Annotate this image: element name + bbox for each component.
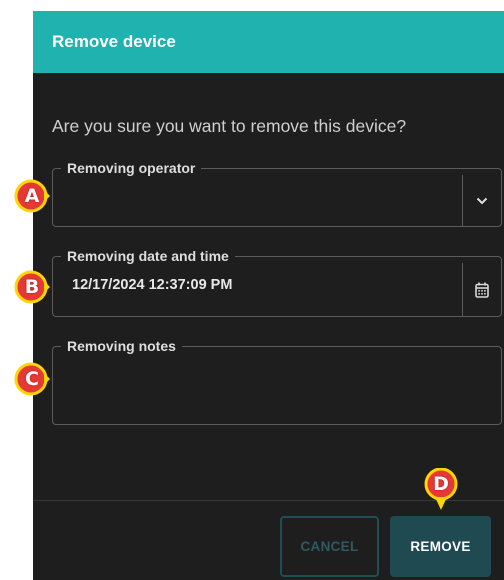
operator-dropdown-toggle[interactable]	[462, 175, 501, 226]
marker-a: A	[14, 178, 50, 214]
removing-datetime-value[interactable]: 12/17/2024 12:37:09 PM	[72, 277, 232, 293]
removing-operator-label: Removing operator	[67, 160, 196, 176]
marker-d: D	[423, 468, 459, 512]
marker-d-label: D	[433, 473, 449, 495]
marker-b-label: B	[24, 276, 40, 298]
dialog-title: Remove device	[52, 32, 176, 51]
removing-datetime-label: Removing date and time	[67, 248, 229, 264]
calendar-icon	[475, 282, 489, 298]
remove-button[interactable]: REMOVE	[390, 516, 491, 577]
marker-a-label: A	[24, 185, 40, 207]
removing-operator-select[interactable]: Removing operator	[52, 161, 502, 227]
cancel-button[interactable]: CANCEL	[280, 516, 379, 577]
marker-b: B	[14, 269, 50, 305]
marker-c-label: C	[25, 368, 39, 390]
chevron-down-icon	[476, 197, 488, 204]
marker-c: C	[14, 361, 50, 397]
removing-notes-label: Removing notes	[67, 338, 176, 354]
confirmation-question: Are you sure you want to remove this dev…	[52, 116, 407, 136]
removing-datetime-field[interactable]: Removing date and time 12/17/2024 12:37:…	[52, 249, 502, 317]
removing-notes-textarea[interactable]: Removing notes	[52, 339, 502, 425]
calendar-button[interactable]	[462, 263, 501, 316]
dialog-header: Remove device	[33, 11, 504, 73]
